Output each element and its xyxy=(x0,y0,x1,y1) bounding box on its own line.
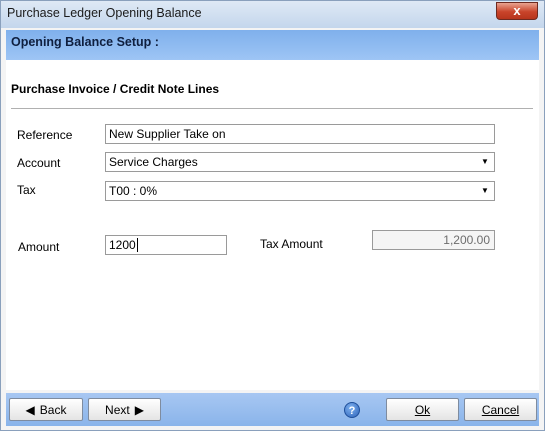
amount-label: Amount xyxy=(18,240,60,254)
header-title: Opening Balance Setup : xyxy=(11,35,159,49)
cancel-button[interactable]: Cancel xyxy=(464,398,537,421)
next-arrow-icon: ▶ xyxy=(134,402,144,417)
ok-label: Ok xyxy=(414,402,431,417)
tax-amount-label: Tax Amount xyxy=(260,237,323,251)
tax-amount-value: 1,200.00 xyxy=(443,233,490,247)
back-label: Back xyxy=(39,402,67,417)
section-divider xyxy=(11,108,533,109)
amount-input[interactable]: 1200 xyxy=(105,235,227,255)
tax-amount-field: 1,200.00 xyxy=(372,230,495,250)
dialog-window: Purchase Ledger Opening Balance x Openin… xyxy=(0,0,545,431)
window-title: Purchase Ledger Opening Balance xyxy=(7,6,202,20)
tax-select[interactable]: T00 : 0% ▼ xyxy=(105,181,495,201)
ok-button[interactable]: Ok xyxy=(386,398,459,421)
account-label: Account xyxy=(17,156,61,170)
help-icon[interactable]: ? xyxy=(344,402,360,418)
close-button[interactable]: x xyxy=(496,2,538,20)
button-bar: ◀ Back Next ▶ ? Ok Cancel xyxy=(6,393,539,426)
tax-label: Tax xyxy=(17,183,36,197)
next-label: Next xyxy=(105,402,130,417)
account-value: Service Charges xyxy=(109,155,198,169)
dropdown-arrow-icon[interactable]: ▼ xyxy=(478,184,492,198)
header-band: Opening Balance Setup : xyxy=(6,30,539,80)
dropdown-arrow-icon[interactable]: ▼ xyxy=(478,155,492,169)
reference-input[interactable]: New Supplier Take on xyxy=(105,124,495,144)
form-panel: Purchase Invoice / Credit Note Lines Ref… xyxy=(6,60,539,390)
close-icon: x xyxy=(513,3,521,18)
reference-value: New Supplier Take on xyxy=(109,127,226,141)
title-bar: Purchase Ledger Opening Balance x xyxy=(1,1,544,28)
tax-value: T00 : 0% xyxy=(109,184,158,198)
back-button[interactable]: ◀ Back xyxy=(9,398,83,421)
amount-value: 1200 xyxy=(109,238,136,252)
help-symbol: ? xyxy=(348,405,356,417)
account-select[interactable]: Service Charges ▼ xyxy=(105,152,495,172)
cancel-label: Cancel xyxy=(481,402,520,417)
reference-label: Reference xyxy=(17,128,73,142)
section-title: Purchase Invoice / Credit Note Lines xyxy=(11,82,220,96)
back-arrow-icon: ◀ xyxy=(25,402,35,417)
next-button[interactable]: Next ▶ xyxy=(88,398,161,421)
